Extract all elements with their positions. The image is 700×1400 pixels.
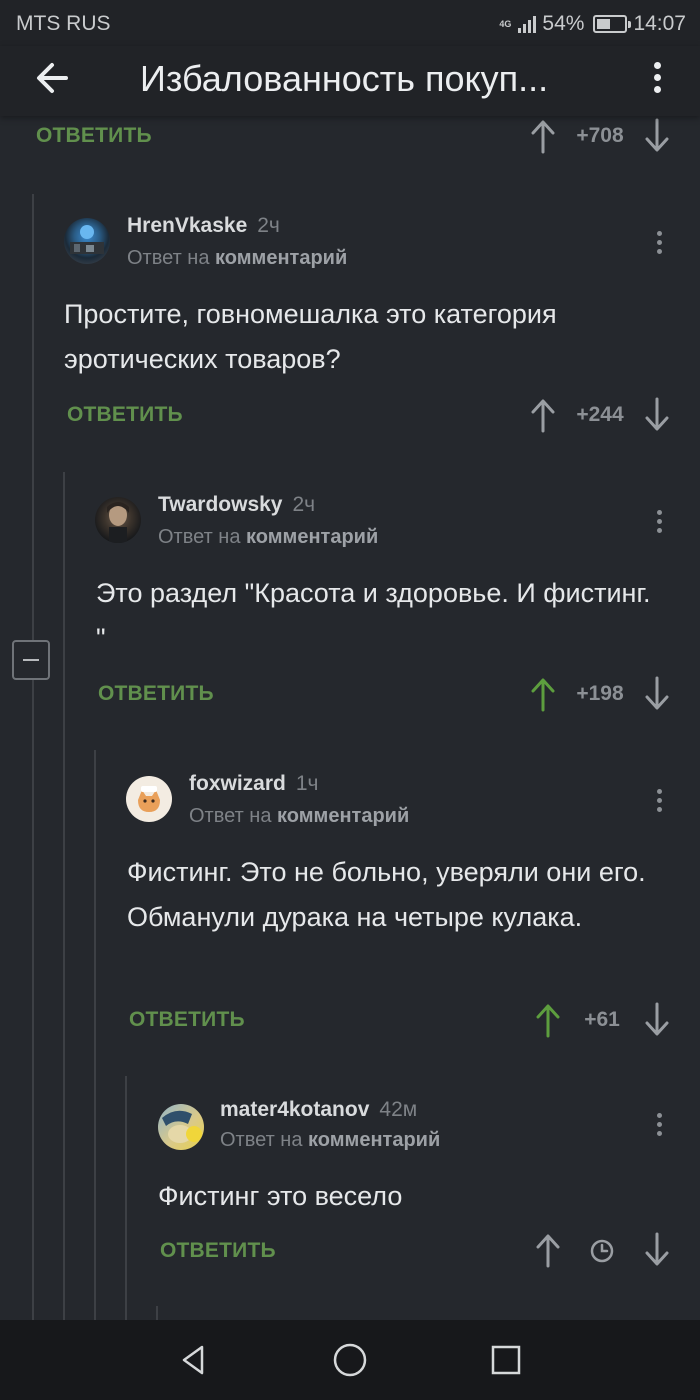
score: +708 <box>576 124 624 147</box>
comment-author[interactable]: Twardowsky 2ч <box>158 493 315 517</box>
vote-controls: +708 <box>528 118 672 158</box>
thread-line <box>94 750 96 1320</box>
comment-text: Фистинг. Это не больно, уверяли они его.… <box>127 857 646 932</box>
comment-time: 1ч <box>295 772 319 795</box>
avatar-image <box>107 502 129 543</box>
avatar[interactable] <box>126 776 172 822</box>
more-vert-icon <box>656 788 662 794</box>
score: +244 <box>576 403 624 426</box>
network-type: 4G <box>499 18 512 29</box>
page-title: Избалованность покуп... <box>140 58 549 99</box>
app-header: Избалованность покуп... <box>0 46 700 116</box>
thread-line <box>156 1306 158 1320</box>
reply-prefix: Ответ на <box>127 247 210 269</box>
nav-back-icon[interactable] <box>174 1340 214 1380</box>
battery-percent: 54% <box>542 12 585 35</box>
reply-button[interactable]: ОТВЕТИТЬ <box>160 1239 276 1263</box>
reply-button[interactable]: ОТВЕТИТЬ <box>36 124 152 148</box>
thread-line <box>32 194 34 1320</box>
vote-controls: +198 <box>528 676 672 716</box>
reply-button[interactable]: ОТВЕТИТЬ <box>67 403 183 427</box>
more-vert-icon <box>653 61 661 69</box>
status-icons: 4G 54% 14:07 <box>499 11 686 37</box>
collapse-thread-button[interactable] <box>12 640 50 680</box>
author-name[interactable]: mater4kotanov <box>220 1098 369 1121</box>
comment-author[interactable]: mater4kotanov 42м <box>220 1098 417 1122</box>
avatar[interactable] <box>158 1104 204 1150</box>
system-nav-bar <box>0 1320 700 1400</box>
comments-list[interactable]: ОТВЕТИТЬ +708 HrenVkaske 2ч Ответ на комм… <box>0 116 700 1320</box>
battery-fill <box>597 19 610 29</box>
comment-menu-button[interactable] <box>649 1106 669 1142</box>
upvote-icon[interactable] <box>528 118 558 154</box>
reply-button[interactable]: ОТВЕТИТЬ <box>129 1008 245 1032</box>
more-vert-icon <box>656 230 662 236</box>
carrier-name: MTS RUS <box>16 12 111 35</box>
more-vert-icon <box>656 509 662 515</box>
comment-author[interactable]: foxwizard 1ч <box>189 772 318 796</box>
reply-reference[interactable]: Ответ на комментарий <box>158 526 378 549</box>
downvote-icon[interactable] <box>642 397 672 433</box>
avatar-image <box>138 786 160 812</box>
comment-time: 42м <box>379 1098 418 1121</box>
downvote-icon[interactable] <box>642 1002 672 1038</box>
clock: 14:07 <box>633 12 686 35</box>
reply-reference[interactable]: Ответ на комментарий <box>127 247 347 270</box>
downvote-icon[interactable] <box>642 118 672 154</box>
comment-time: 2ч <box>257 214 280 237</box>
author-name[interactable]: foxwizard <box>189 772 286 795</box>
comment-text: Это раздел "Красота и здоровье. И фистин… <box>96 578 651 653</box>
vote-controls: +244 <box>528 397 672 437</box>
reply-prefix: Ответ на <box>220 1129 303 1151</box>
comment-author[interactable]: HrenVkaske 2ч <box>127 214 280 238</box>
vote-controls: +61 <box>533 1002 672 1042</box>
reply-target-link[interactable]: комментарий <box>215 247 347 269</box>
downvote-icon[interactable] <box>642 1232 672 1268</box>
reply-prefix: Ответ на <box>189 805 272 827</box>
author-name[interactable]: Twardowsky <box>158 493 282 516</box>
comment-time: 2ч <box>292 493 316 516</box>
upvote-icon[interactable] <box>528 397 558 433</box>
battery-icon <box>593 15 632 33</box>
score: +61 <box>584 1008 620 1031</box>
avatar-image <box>70 225 104 254</box>
comment-menu-button[interactable] <box>649 224 669 260</box>
clock-icon <box>590 1239 614 1263</box>
reply-target-link[interactable]: комментарий <box>308 1129 440 1151</box>
nav-recents-icon[interactable] <box>486 1340 526 1380</box>
thread-line <box>125 1076 127 1320</box>
reply-reference[interactable]: Ответ на комментарий <box>189 805 409 828</box>
score: +198 <box>576 682 624 705</box>
downvote-icon[interactable] <box>642 676 672 712</box>
signal-icon <box>518 15 537 33</box>
reply-target-link[interactable]: комментарий <box>277 805 409 827</box>
avatar[interactable] <box>64 218 110 264</box>
back-button[interactable] <box>28 58 80 98</box>
reply-button[interactable]: ОТВЕТИТЬ <box>98 682 214 706</box>
upvote-icon[interactable] <box>533 1232 563 1268</box>
reply-prefix: Ответ на <box>158 526 241 548</box>
comment-text: Простите, говномешалка это категория эро… <box>64 299 557 374</box>
reply-target-link[interactable]: комментарий <box>246 526 378 548</box>
nav-home-icon[interactable] <box>330 1340 370 1380</box>
thread-line <box>63 472 65 1320</box>
comment-text: Фистинг это весело <box>158 1181 403 1211</box>
comment-menu-button[interactable] <box>649 782 669 818</box>
upvote-icon-active[interactable] <box>533 1002 563 1038</box>
reply-reference[interactable]: Ответ на комментарий <box>220 1129 440 1152</box>
avatar-image <box>162 1110 202 1143</box>
more-vert-icon <box>656 1112 662 1118</box>
more-options-button[interactable] <box>644 54 670 100</box>
vote-controls <box>533 1232 672 1272</box>
status-bar: MTS RUS 4G 54% 14:07 <box>0 0 700 46</box>
upvote-icon-active[interactable] <box>528 676 558 712</box>
comment-menu-button[interactable] <box>649 503 669 539</box>
author-name[interactable]: HrenVkaske <box>127 214 247 237</box>
avatar[interactable] <box>95 497 141 543</box>
back-arrow-icon <box>37 63 68 93</box>
